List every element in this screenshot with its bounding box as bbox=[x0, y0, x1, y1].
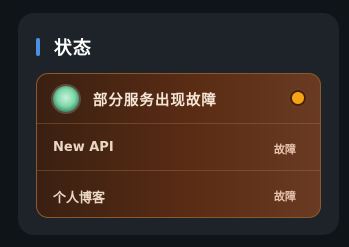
status-headline: 部分服务出现故障 bbox=[93, 93, 217, 109]
status-panel: 状态 部分服务出现故障 New API 故障 个人博客 故障 bbox=[18, 13, 339, 235]
service-status-badge: 故障 bbox=[274, 190, 296, 203]
status-card[interactable]: 部分服务出现故障 New API 故障 个人博客 故障 bbox=[36, 73, 321, 218]
status-card-header: 部分服务出现故障 bbox=[37, 74, 320, 124]
service-name: New API bbox=[53, 140, 114, 155]
service-row[interactable]: New API 故障 bbox=[37, 124, 320, 171]
accent-bar bbox=[36, 38, 40, 56]
warning-dot-icon bbox=[292, 92, 304, 104]
service-name: 个人博客 bbox=[53, 191, 106, 206]
service-status-icon bbox=[53, 86, 79, 112]
section-title: 状态 bbox=[54, 38, 92, 59]
service-status-badge: 故障 bbox=[274, 143, 296, 156]
section-header: 状态 bbox=[36, 35, 92, 59]
service-row[interactable]: 个人博客 故障 bbox=[37, 171, 320, 217]
